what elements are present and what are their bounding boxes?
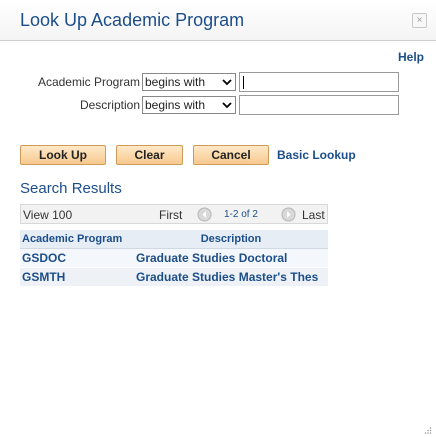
academic-program-input[interactable] [239, 72, 399, 92]
program-code-link[interactable]: GSMTH [22, 270, 65, 284]
cancel-button[interactable]: Cancel [193, 145, 269, 165]
dialog-title: Look Up Academic Program [20, 10, 245, 30]
cell-description[interactable]: Graduate Studies Doctoral [134, 248, 328, 268]
help-link[interactable]: Help [398, 50, 424, 64]
description-link[interactable]: Graduate Studies Doctoral [136, 251, 287, 265]
description-operator-value: begins with [145, 98, 206, 112]
table-header-row: Academic Program Description [20, 230, 328, 249]
view-100-link[interactable]: View 100 [23, 208, 72, 222]
column-header-academic-program[interactable]: Academic Program [20, 230, 134, 249]
program-code-link[interactable]: GSDOC [22, 251, 66, 265]
cell-description[interactable]: Graduate Studies Master's Thes [134, 267, 328, 287]
description-input[interactable] [239, 95, 399, 115]
clear-button[interactable]: Clear [116, 145, 183, 165]
table-row[interactable]: GSMTH Graduate Studies Master's Thes [20, 267, 328, 287]
basic-lookup-link[interactable]: Basic Lookup [277, 148, 356, 162]
prev-arrow-icon[interactable] [197, 207, 212, 222]
results-table: Academic Program Description GSDOC Gradu… [20, 230, 328, 287]
resize-grip-icon[interactable] [424, 426, 432, 434]
look-up-button[interactable]: Look Up [20, 145, 106, 165]
text-caret [243, 76, 244, 89]
lookup-dialog: Look Up Academic Program × Help Academic… [0, 0, 436, 437]
results-navigation-bar: View 100 First 1-2 of 2 Last [20, 204, 328, 224]
cell-academic-program[interactable]: GSMTH [20, 267, 134, 287]
chevron-down-icon [222, 79, 232, 86]
academic-program-operator-select[interactable]: begins with [142, 73, 236, 91]
academic-program-label: Academic Program [37, 75, 140, 89]
first-label: First [159, 208, 183, 222]
close-icon[interactable]: × [412, 13, 427, 28]
next-arrow-icon[interactable] [281, 207, 296, 222]
description-link[interactable]: Graduate Studies Master's Thes [136, 270, 318, 284]
table-row[interactable]: GSDOC Graduate Studies Doctoral [20, 248, 328, 268]
column-header-description[interactable]: Description [134, 230, 328, 249]
search-results-title: Search Results [20, 180, 122, 197]
description-operator-select[interactable]: begins with [142, 96, 236, 114]
academic-program-operator-value: begins with [145, 75, 206, 89]
last-label: Last [302, 208, 325, 222]
results-count: 1-2 of 2 [224, 209, 258, 220]
chevron-down-icon [222, 102, 232, 109]
description-label: Description [79, 98, 140, 112]
cell-academic-program[interactable]: GSDOC [20, 248, 134, 268]
dialog-titlebar[interactable]: Look Up Academic Program × [0, 0, 436, 41]
